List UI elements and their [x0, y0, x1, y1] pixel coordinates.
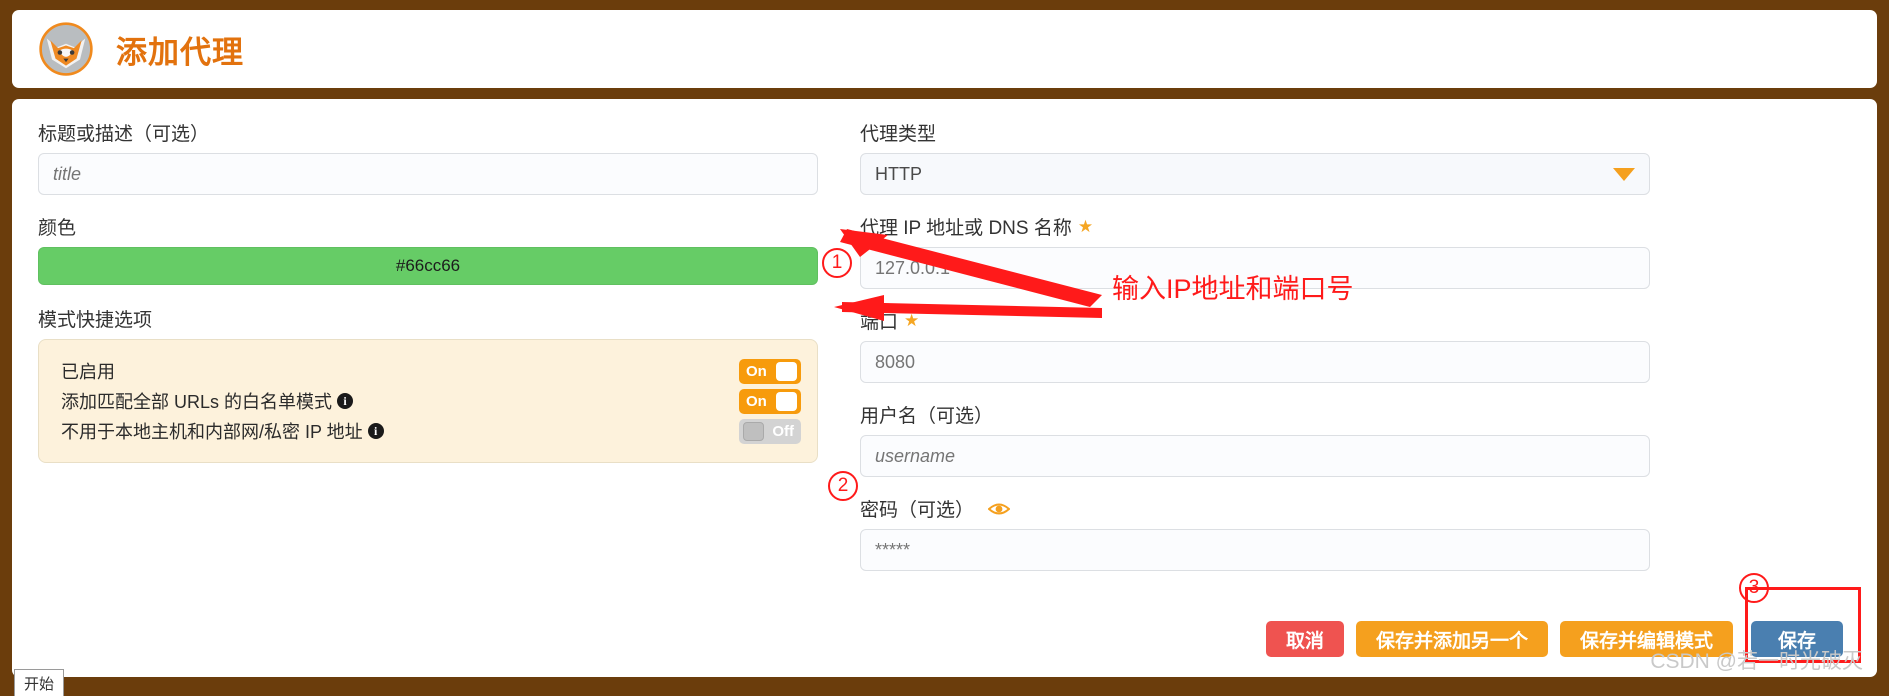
username-input[interactable] — [860, 435, 1650, 477]
mode-row-whitelist: 添加匹配全部 URLs 的白名单模式 i On — [61, 386, 801, 416]
toggle-state-local-bypass: Off — [772, 422, 794, 440]
mode-label-local-bypass: 不用于本地主机和内部网/私密 IP 地址 i — [61, 418, 384, 444]
annotation-note: 输入IP地址和端口号 — [1112, 274, 1354, 304]
form-body: 标题或描述（可选） 颜色 #66cc66 1 模式快捷选项 已启用 On — [12, 99, 1877, 677]
foxyproxy-fox-icon — [39, 22, 93, 76]
title-field-label: 标题或描述（可选） — [38, 124, 210, 145]
star-icon: ★ — [904, 310, 920, 330]
annotation-marker-2: 2 — [828, 471, 858, 501]
eye-icon[interactable] — [988, 502, 1011, 516]
right-column: 代理类型 HTTP 代理 IP 地址或 DNS 名称 ★ 端口 ★ 用户名（可选… — [860, 119, 1650, 667]
proxy-type-select[interactable]: HTTP — [860, 153, 1650, 195]
watermark: CSDN @若一时光破灭 — [1650, 650, 1863, 673]
username-label: 用户名（可选） — [860, 406, 994, 427]
left-column: 标题或描述（可选） 颜色 #66cc66 1 模式快捷选项 已启用 On — [38, 119, 858, 667]
save-and-add-another-button[interactable]: 保存并添加另一个 — [1355, 621, 1548, 657]
port-input[interactable] — [860, 341, 1650, 383]
mode-label-whitelist-text: 添加匹配全部 URLs 的白名单模式 — [61, 392, 333, 412]
password-label-text: 密码（可选） — [860, 500, 975, 521]
color-field-label: 颜色 — [38, 218, 77, 239]
password-label: 密码（可选） — [860, 495, 1650, 522]
toggle-local-bypass[interactable]: Off — [739, 418, 801, 444]
start-tab[interactable]: 开始 — [14, 669, 65, 696]
annotation-marker-3: 3 — [1739, 573, 1769, 603]
info-icon[interactable]: i — [367, 423, 384, 439]
proxy-type-label: 代理类型 — [860, 124, 937, 145]
mode-label-whitelist: 添加匹配全部 URLs 的白名单模式 i — [61, 388, 354, 414]
color-swatch[interactable]: #66cc66 — [38, 247, 818, 285]
toggle-whitelist[interactable]: On — [739, 388, 801, 414]
star-icon: ★ — [1077, 216, 1094, 236]
mode-row-enabled: 已启用 On — [61, 356, 801, 386]
foxyproxy-add-proxy-window: 添加代理 标题或描述（可选） 颜色 #66cc66 1 模式快捷选项 已启用 O… — [0, 0, 1889, 696]
mode-label-enabled: 已启用 — [61, 362, 115, 382]
mode-label-local-bypass-text: 不用于本地主机和内部网/私密 IP 地址 — [61, 422, 363, 442]
mode-row-local-bypass: 不用于本地主机和内部网/私密 IP 地址 i Off — [61, 416, 801, 446]
toggle-knob — [776, 361, 797, 381]
proxy-host-label: 代理 IP 地址或 DNS 名称 ★ — [860, 213, 1650, 240]
chevron-down-icon — [1613, 167, 1635, 181]
password-input[interactable] — [860, 529, 1650, 571]
toggle-state-whitelist: On — [746, 392, 767, 410]
toggle-knob — [776, 391, 797, 411]
window-header: 添加代理 — [12, 10, 1877, 88]
port-label-text: 端口 — [860, 312, 899, 333]
toggle-knob — [743, 421, 764, 441]
port-label: 端口 ★ — [860, 307, 1650, 334]
page-title: 添加代理 — [116, 34, 244, 70]
proxy-host-label-text: 代理 IP 地址或 DNS 名称 — [860, 218, 1072, 239]
annotation-marker-1: 1 — [822, 248, 852, 278]
mode-shortcuts-panel: 已启用 On 添加匹配全部 URLs 的白名单模式 i On 不用于本地主机和内… — [38, 339, 818, 463]
proxy-type-value: HTTP — [875, 163, 922, 184]
mode-shortcuts-label: 模式快捷选项 — [38, 310, 153, 331]
toggle-state-enabled: On — [746, 362, 767, 380]
toggle-enabled[interactable]: On — [739, 358, 801, 384]
cancel-button[interactable]: 取消 — [1265, 621, 1344, 657]
title-input[interactable] — [38, 153, 818, 195]
info-icon[interactable]: i — [337, 393, 354, 409]
